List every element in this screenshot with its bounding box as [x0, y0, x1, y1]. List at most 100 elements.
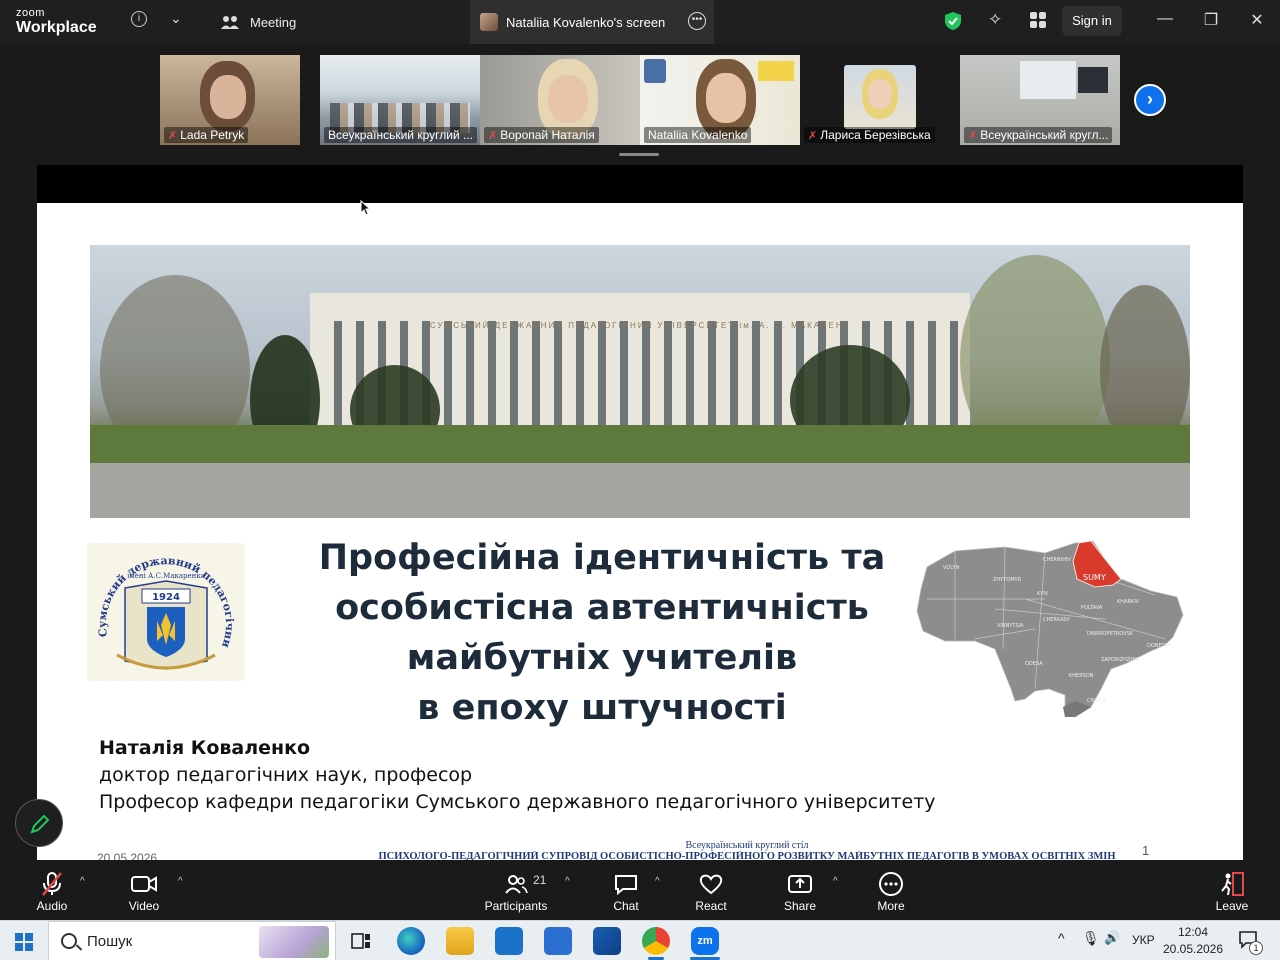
tab-screen-label: Nataliia Kovalenko's screen — [506, 14, 666, 30]
footer-topic: ПСИХОЛОГО-ПЕДАГОГІЧНИЙ СУПРОВІД ОСОБИСТІ… — [378, 851, 1116, 860]
annotate-button[interactable] — [15, 799, 63, 847]
svg-text:DNIPROPETROVSK: DNIPROPETROVSK — [1087, 631, 1134, 637]
more-button[interactable]: More — [870, 860, 912, 920]
svg-text:VINNYTSIA: VINNYTSIA — [997, 623, 1024, 629]
svg-text:CHERKASY: CHERKASY — [1043, 617, 1071, 623]
tab-meeting-label: Meeting — [250, 14, 297, 30]
more-icon — [879, 872, 903, 896]
tray-expand-icon[interactable]: ^ — [1058, 930, 1065, 946]
university-seal: Сумський державний педагогічний універси… — [87, 543, 245, 681]
whiteboard-icon[interactable] — [544, 927, 572, 955]
more-options-icon[interactable]: ••• — [688, 12, 706, 30]
svg-text:CRIMEA: CRIMEA — [1087, 698, 1107, 704]
share-screen-icon — [788, 875, 812, 893]
react-button[interactable]: React — [690, 860, 732, 920]
footer-event: Всеукраїнський круглий стіл — [685, 840, 809, 851]
author-degree: доктор педагогічних наук, професор — [99, 764, 473, 786]
video-tile[interactable]: ✗ Лариса Березівська — [800, 55, 960, 145]
chat-options-caret[interactable]: ^ — [655, 876, 660, 887]
slide-title-line: особистісна автентичність — [335, 588, 869, 628]
taskbar-clock[interactable]: 12:04 20.05.2026 — [1160, 924, 1226, 958]
svg-text:ZAPORIZHZHIA: ZAPORIZHZHIA — [1101, 657, 1140, 663]
restore-icon[interactable]: ❐ — [1199, 10, 1223, 30]
share-button[interactable]: Share — [780, 860, 820, 920]
video-tile-name: ✗ Всеукраїнський кругл... — [964, 127, 1113, 143]
outlook-icon[interactable] — [495, 927, 523, 955]
zoom-logo: zoom Workplace — [16, 8, 97, 36]
video-tile[interactable]: ✗ Воропай Наталія — [480, 55, 640, 145]
sign-in-button[interactable]: Sign in — [1062, 6, 1122, 36]
video-tile-name: ✗ Воропай Наталія — [484, 127, 599, 143]
next-page-button[interactable]: › — [1134, 84, 1166, 116]
heart-icon — [699, 874, 723, 895]
chat-button[interactable]: Chat — [606, 860, 646, 920]
logo-bottom: Workplace — [16, 19, 97, 36]
chevron-down-icon[interactable]: ⌄ — [170, 10, 182, 27]
svg-text:KHARKIV: KHARKIV — [1117, 599, 1140, 605]
building-sign: СУМСЬКИЙ ДЕРЖАВНИЙ ПЕДАГОГІЧНИЙ УНІВЕРСИ… — [430, 321, 850, 330]
apps-icon[interactable] — [1030, 12, 1046, 28]
tab-shared-screen[interactable]: Nataliia Kovalenko's screen ••• — [470, 0, 714, 44]
video-tile-name: Всеукраїнський круглий ... — [324, 127, 477, 143]
notification-count: 1 — [1249, 941, 1263, 955]
zoom-icon[interactable]: zm — [691, 927, 719, 955]
taskbar-search[interactable]: Пошук — [48, 921, 336, 960]
author-name: Наталія Коваленко — [99, 737, 311, 759]
mic-muted-icon: ✗ — [168, 129, 178, 142]
video-camera-icon — [131, 876, 157, 892]
video-tile-name: ✗ Лариса Березівська — [804, 127, 935, 143]
video-tile-name: ✗ Lada Petryk — [164, 127, 249, 143]
clock-time: 12:04 — [1177, 925, 1209, 939]
video-strip: ✗ Lada Petryk Всеукраїнський круглий ... … — [0, 44, 1280, 164]
share-options-caret[interactable]: ^ — [833, 876, 838, 887]
volume-icon[interactable]: 🔊 — [1104, 930, 1120, 946]
video-button[interactable]: Video — [120, 860, 168, 920]
task-view-icon[interactable] — [347, 927, 375, 955]
mic-muted-icon: ✗ — [488, 129, 498, 142]
footer-date: 20.05.2026 — [97, 851, 158, 860]
encryption-shield-icon[interactable] — [944, 11, 962, 31]
edge-icon[interactable] — [397, 927, 425, 955]
participants-button[interactable]: Participants — [482, 860, 550, 920]
participants-icon — [505, 875, 528, 894]
store-icon[interactable] — [593, 927, 621, 955]
participants-icon — [221, 16, 239, 29]
microphone-tray-icon[interactable]: 🎙 — [1082, 930, 1100, 947]
audio-button[interactable]: Audio — [28, 860, 76, 920]
close-icon[interactable]: ✕ — [1245, 10, 1269, 30]
language-indicator[interactable]: УКР — [1132, 933, 1155, 947]
svg-text:ZHYTOMYR: ZHYTOMYR — [993, 577, 1022, 583]
pencil-icon — [30, 814, 50, 834]
minimize-icon[interactable]: — — [1153, 10, 1177, 28]
author-block: Наталія Коваленко доктор педагогічних на… — [99, 737, 936, 818]
university-building-photo: СУМСЬКИЙ ДЕРЖАВНИЙ ПЕДАГОГІЧНИЙ УНІВЕРСИ… — [90, 245, 1190, 518]
title-bar: zoom Workplace i ⌄ Meeting Nataliia Kova… — [0, 0, 1280, 44]
video-tile[interactable]: ✗ Lada Petryk — [160, 55, 300, 145]
slide-title-line: в епоху штучності — [417, 688, 787, 728]
file-explorer-icon[interactable] — [446, 927, 474, 955]
mic-muted-icon: ✗ — [968, 129, 978, 142]
leave-button[interactable]: Leave — [1212, 860, 1252, 920]
mic-muted-icon: ✗ — [808, 129, 818, 142]
video-tile[interactable]: ✗ Всеукраїнський кругл... — [960, 55, 1120, 145]
audio-options-caret[interactable]: ^ — [80, 876, 85, 887]
ai-companion-icon[interactable]: ✧ — [988, 10, 1002, 30]
tab-meeting[interactable]: Meeting — [210, 0, 460, 44]
svg-text:VOLYN: VOLYN — [943, 565, 959, 571]
mic-muted-icon — [42, 872, 62, 896]
resize-handle[interactable] — [619, 153, 659, 156]
video-tile[interactable]: Всеукраїнський круглий ... — [320, 55, 480, 145]
video-options-caret[interactable]: ^ — [178, 876, 183, 887]
chat-icon — [615, 875, 637, 895]
svg-text:KHERSON: KHERSON — [1069, 673, 1094, 679]
svg-text:ODESA: ODESA — [1025, 661, 1043, 667]
chrome-icon[interactable] — [642, 927, 670, 955]
windows-taskbar: Пошук zm ^ 🎙 🔊 УКР 12:04 20.05.2026 1 — [0, 920, 1280, 960]
author-position: Професор кафедри педагогіки Сумського де… — [99, 791, 936, 813]
participants-options-caret[interactable]: ^ — [565, 876, 570, 887]
info-icon[interactable]: i — [131, 11, 147, 27]
video-tile-active[interactable]: Nataliia Kovalenko — [640, 55, 800, 145]
meeting-toolbar: Audio ^ Video ^ Participants 21 ^ Chat ^… — [0, 860, 1280, 920]
start-icon[interactable] — [15, 933, 33, 951]
search-icon — [61, 933, 77, 949]
